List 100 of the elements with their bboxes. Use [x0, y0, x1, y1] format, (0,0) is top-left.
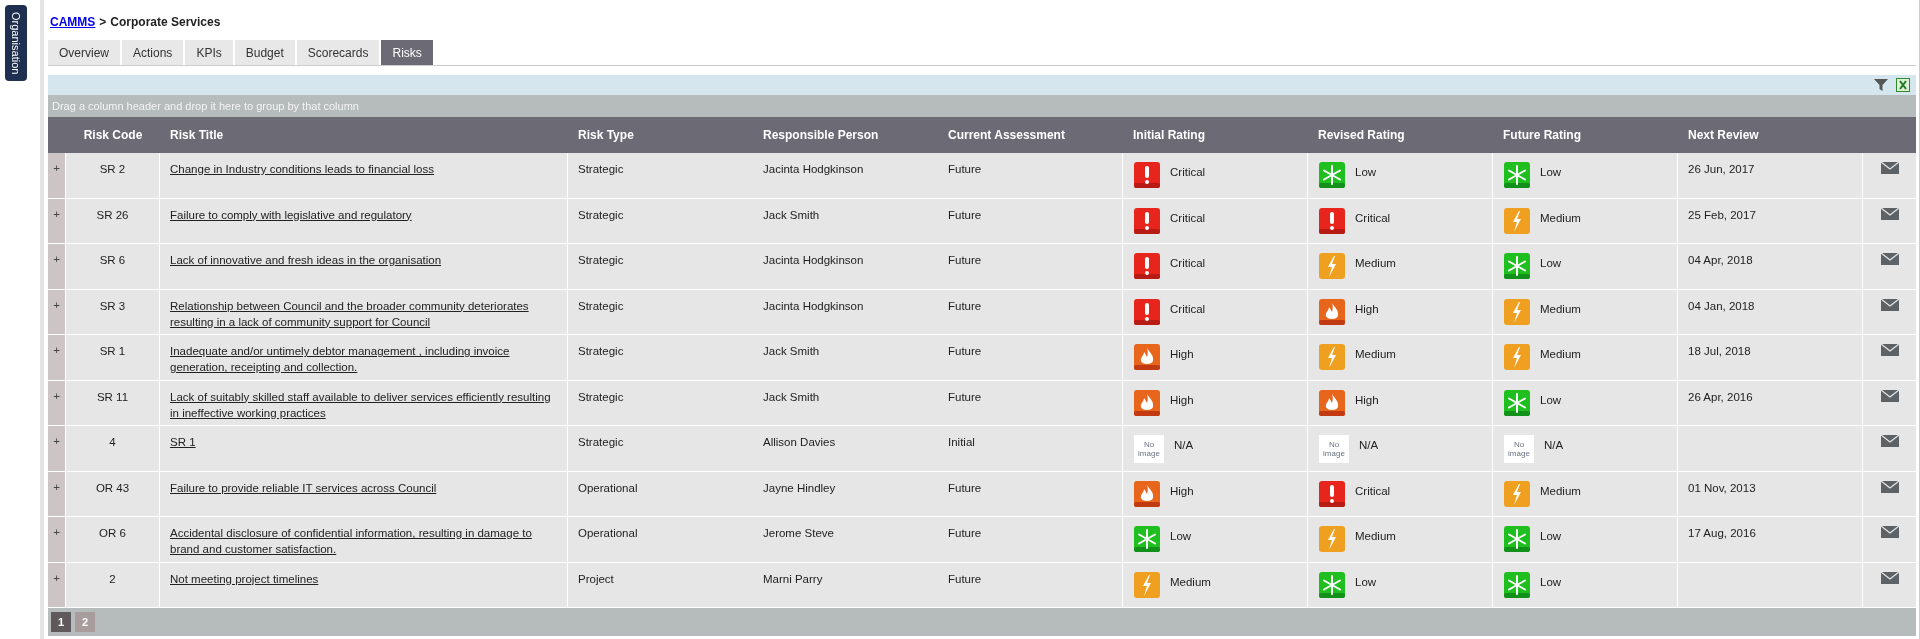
risk-title-link[interactable]: Lack of innovative and fresh ideas in the organisation	[170, 252, 442, 268]
organisation-tab[interactable]: Organisation	[5, 5, 27, 81]
snowflake-icon	[1134, 526, 1160, 552]
current-assessment: Future	[948, 299, 982, 312]
lightning-icon	[1504, 298, 1530, 325]
column-header[interactable]: Initial Rating	[1133, 128, 1205, 142]
mail-icon[interactable]	[1880, 253, 1899, 265]
risk-code: OR 43	[95, 481, 130, 494]
expand-button[interactable]: +	[53, 525, 60, 539]
filter-icon[interactable]	[1874, 78, 1888, 92]
rating-label: High	[1170, 483, 1194, 499]
rating-label: Critical	[1170, 165, 1206, 180]
risk-title-link[interactable]: Failure to comply with legislative and regulatory	[170, 206, 412, 223]
mail-icon[interactable]	[1880, 571, 1899, 584]
risk-type: Strategic	[578, 163, 624, 175]
next-review-date: 18 Jul, 2018	[1688, 345, 1751, 357]
column-header[interactable]: Next Review	[1688, 128, 1759, 142]
tab[interactable]: KPIs	[185, 40, 233, 65]
mail-icon[interactable]	[1880, 162, 1899, 174]
breadcrumb-separator: >	[99, 14, 107, 31]
mail-icon[interactable]	[1880, 344, 1899, 356]
mail-icon[interactable]	[1880, 207, 1899, 220]
responsible-person: Jerome Steve	[763, 527, 834, 539]
rating-label: Low	[1540, 392, 1562, 408]
risk-code: SR 26	[96, 208, 129, 221]
spreadsheet-icon[interactable]	[1896, 78, 1910, 92]
page-button[interactable]: 1	[51, 612, 71, 632]
breadcrumb-link[interactable]: CAMMS	[50, 13, 96, 31]
column-header[interactable]: Revised Rating	[1318, 128, 1405, 142]
rating-label: Medium	[1170, 574, 1211, 590]
expand-button[interactable]: +	[53, 479, 60, 494]
snowflake-icon	[1504, 162, 1530, 188]
column-header[interactable]: Future Rating	[1503, 128, 1581, 142]
next-review-date: 01 Nov, 2013	[1688, 481, 1756, 494]
mail-icon[interactable]	[1880, 435, 1899, 447]
expand-button[interactable]: +	[53, 388, 60, 403]
rating-label: Medium	[1540, 301, 1581, 317]
lightning-icon	[1134, 571, 1160, 598]
responsible-person: Jack Smith	[763, 345, 820, 357]
risk-title-link[interactable]: Not meeting project timelines	[170, 570, 319, 587]
responsible-person: Jacinta Hodgkinson	[763, 254, 864, 266]
responsible-person: Jack Smith	[763, 208, 820, 221]
rating-label: Critical	[1170, 210, 1206, 226]
risk-type: Strategic	[578, 390, 624, 403]
risk-type: Strategic	[578, 208, 624, 221]
expand-button[interactable]: +	[53, 161, 60, 175]
exclamation-icon	[1319, 207, 1345, 234]
rating-label: High	[1170, 392, 1194, 408]
expand-button[interactable]: +	[53, 343, 60, 357]
rating-label: Medium	[1355, 347, 1396, 362]
risk-title-link[interactable]: Relationship between Council and the broader community deteriorates resulting in a lack of community support for Council	[170, 297, 561, 330]
expand-button[interactable]: +	[53, 252, 60, 266]
column-header[interactable]: Current Assessment	[948, 128, 1065, 142]
risk-title-link[interactable]: Inadequate and/or untimely debtor management , including invoice generation, receipting and collection.	[170, 343, 561, 375]
group-drop-area: Drag a column header and drop it here to group by that column	[48, 95, 1916, 117]
mail-icon[interactable]	[1880, 526, 1899, 538]
rating-label: N/A	[1174, 438, 1194, 453]
mail-icon[interactable]	[1880, 480, 1899, 493]
expand-button[interactable]: +	[53, 206, 60, 221]
current-assessment: Future	[948, 208, 982, 221]
current-assessment: Future	[948, 527, 982, 539]
risk-title-link[interactable]: Accidental disclosure of confidential information, resulting in damage to brand and customer satisfaction.	[170, 525, 561, 557]
risk-title-link[interactable]: SR 1	[170, 434, 196, 450]
expand-button[interactable]: +	[53, 434, 60, 448]
risk-type: Strategic	[578, 254, 624, 266]
tab[interactable]: Actions	[122, 40, 184, 65]
risk-code: 4	[109, 436, 116, 448]
rating-label: Low	[1355, 165, 1377, 180]
column-header[interactable]: Risk Title	[170, 128, 224, 142]
responsible-person: Marni Parry	[763, 572, 823, 585]
mail-icon[interactable]	[1880, 389, 1899, 402]
tab[interactable]: Scorecards	[296, 40, 380, 65]
risk-title-link[interactable]: Failure to provide reliable IT services across Council	[170, 479, 437, 496]
flame-icon	[1134, 344, 1160, 370]
responsible-person: Jacinta Hodgkinson	[763, 299, 864, 312]
rating-label: Low	[1355, 574, 1377, 590]
exclamation-icon	[1319, 480, 1345, 507]
exclamation-icon	[1134, 298, 1160, 325]
risk-code: SR 6	[99, 254, 126, 266]
tab[interactable]: Budget	[234, 40, 295, 65]
risk-code: SR 1	[99, 345, 126, 357]
risk-type: Operational	[578, 527, 638, 539]
next-review-date: 26 Jun, 2017	[1688, 163, 1755, 175]
risk-title-link[interactable]: Change in Industry conditions leads to financial loss	[170, 161, 435, 177]
rating-label: Low	[1170, 529, 1192, 544]
column-header[interactable]: Risk Code	[83, 128, 143, 142]
lightning-icon	[1504, 480, 1530, 507]
current-assessment: Future	[948, 254, 982, 266]
exclamation-icon	[1134, 207, 1160, 234]
risk-title-link[interactable]: Lack of suitably skilled staff available to deliver services efficiently resulting in ineffective working practices	[170, 388, 561, 421]
expand-button[interactable]: +	[53, 570, 60, 585]
expand-button[interactable]: +	[53, 297, 60, 312]
column-header[interactable]: Responsible Person	[763, 128, 879, 142]
tab[interactable]: Overview	[48, 40, 120, 65]
responsible-person: Jacinta Hodgkinson	[763, 163, 864, 175]
mail-icon[interactable]	[1880, 298, 1899, 311]
column-header[interactable]: Risk Type	[578, 128, 634, 142]
next-review-date: 04 Apr, 2018	[1688, 254, 1753, 266]
tab[interactable]: Risks	[381, 40, 433, 65]
flame-icon	[1134, 389, 1160, 416]
